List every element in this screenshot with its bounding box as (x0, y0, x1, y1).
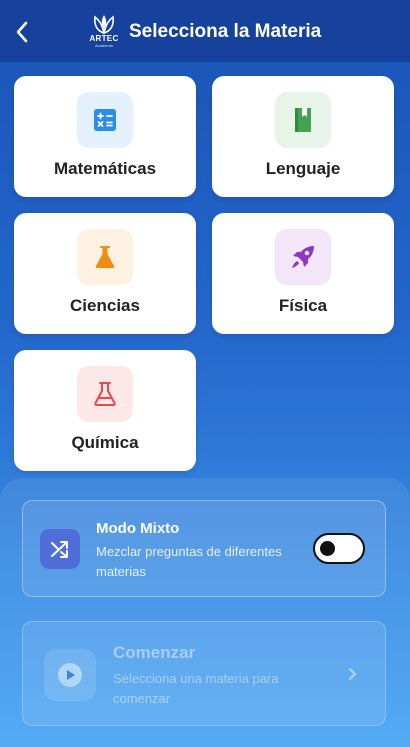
start-description: Selecciona una materia para comenzar (113, 671, 279, 706)
play-icon (58, 663, 82, 687)
start-icon-box (44, 649, 96, 701)
calculator-icon (94, 109, 116, 131)
back-button[interactable] (10, 20, 34, 44)
beaker-icon (94, 382, 116, 406)
subject-card-fisica[interactable]: Física (212, 213, 394, 334)
artec-logo: ARTEC Academia (88, 13, 120, 51)
subject-label: Química (71, 433, 139, 452)
subject-card-quimica[interactable]: Química (14, 350, 196, 471)
mixed-mode-title: Modo Mixto (96, 520, 180, 537)
mixed-mode-toggle[interactable] (313, 533, 365, 564)
calculator-icon-box (77, 92, 133, 148)
chevron-right-icon (349, 668, 356, 680)
app-header: ARTEC Academia Selecciona la Materia (0, 0, 410, 62)
subject-card-lenguaje[interactable]: Lenguaje (212, 76, 394, 197)
chevron-left-icon (16, 21, 28, 43)
rocket-icon-box (275, 229, 331, 285)
shuffle-icon (51, 541, 68, 558)
toggle-knob (320, 541, 335, 556)
page-title: Selecciona la Materia (129, 21, 322, 42)
mixed-mode-description: Mezclar preguntas de diferentes materias (96, 544, 282, 579)
subject-card-matematicas[interactable]: Matemáticas (14, 76, 196, 197)
rocket-icon (292, 246, 314, 268)
logo-emblem-icon (94, 15, 114, 35)
mixed-mode-card: Modo Mixto Mezclar preguntas de diferent… (22, 500, 386, 597)
subject-label: Lenguaje (265, 159, 341, 178)
logo-text: ARTEC (89, 34, 119, 43)
start-button[interactable]: Comenzar Selecciona una materia para com… (22, 621, 386, 726)
mixed-mode-icon-box (40, 529, 80, 569)
subject-label: Matemáticas (53, 159, 157, 178)
book-icon-box (275, 92, 331, 148)
subject-card-ciencias[interactable]: Ciencias (14, 213, 196, 334)
logo-subtext: Academia (95, 43, 113, 48)
subject-label: Ciencias (70, 296, 140, 315)
beaker-icon-box (77, 366, 133, 422)
flask-icon (95, 246, 115, 268)
subject-label: Física (278, 296, 328, 315)
start-title: Comenzar (113, 643, 196, 662)
book-icon (295, 108, 311, 132)
flask-icon-box (77, 229, 133, 285)
